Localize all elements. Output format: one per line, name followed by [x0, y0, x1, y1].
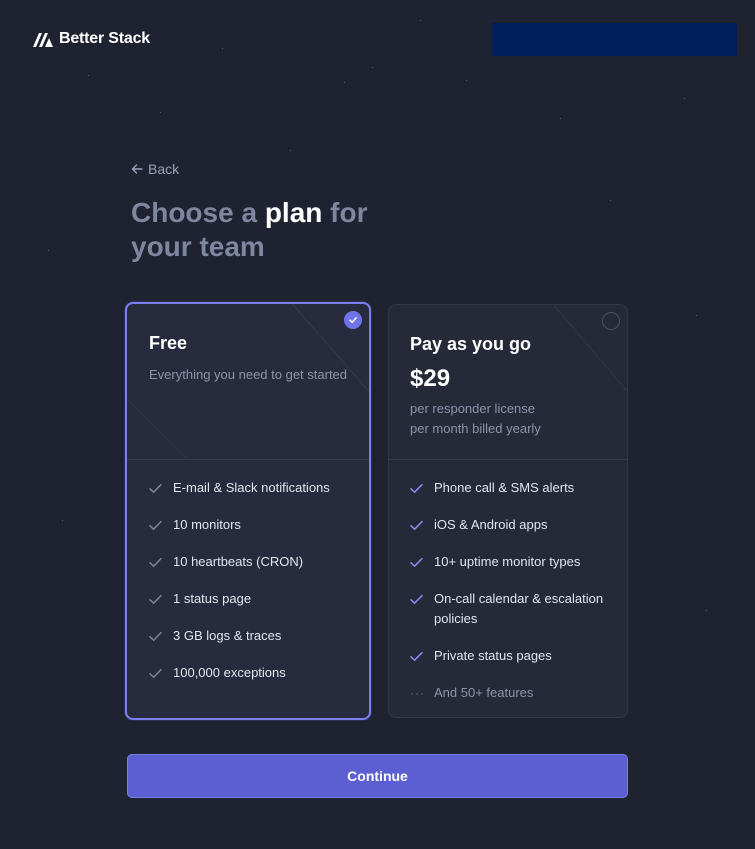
feature-item: 1 status page	[149, 589, 349, 609]
feature-item: iOS & Android apps	[410, 515, 607, 535]
plan-name: Pay as you go	[410, 334, 532, 354]
feature-item: 10 heartbeats (CRON)	[149, 552, 349, 572]
starfield-background	[0, 0, 755, 849]
back-link[interactable]: Back	[131, 161, 179, 177]
feature-item: 3 GB logs & traces	[149, 626, 349, 646]
brand-name: Better Stack	[59, 30, 150, 47]
check-icon	[149, 557, 162, 567]
checkmark-icon	[349, 317, 357, 324]
feature-label: 100,000 exceptions	[173, 665, 286, 680]
brand-logo[interactable]: Better Stack	[33, 30, 150, 48]
feature-label: 3 GB logs & traces	[173, 628, 282, 643]
check-icon	[149, 594, 162, 604]
plan-card-free[interactable]: Free Everything you need to get started …	[125, 302, 371, 720]
plan-card-header: Free Everything you need to get started	[127, 304, 369, 460]
plan-name: Free	[149, 333, 188, 353]
feature-item: 100,000 exceptions	[149, 663, 349, 683]
plan-radio-unselected[interactable]	[602, 312, 620, 330]
check-icon	[410, 557, 423, 567]
check-icon	[149, 631, 162, 641]
check-icon	[410, 520, 423, 530]
feature-item: On-call calendar & escalation policies	[410, 589, 607, 629]
plan-card-header: Pay as you go $29 per responder license …	[389, 305, 627, 460]
ellipsis-icon: ···	[410, 686, 425, 700]
price-note-license: per responder license	[410, 401, 536, 416]
feature-label: On-call calendar & escalation policies	[434, 591, 604, 626]
feature-label: Phone call & SMS alerts	[434, 480, 575, 495]
more-features-item: ··· And 50+ features	[410, 683, 607, 703]
better-stack-logo-icon	[33, 33, 53, 47]
top-banner	[492, 23, 737, 56]
continue-button[interactable]: Continue	[127, 754, 628, 798]
feature-list: Phone call & SMS alerts iOS & Android ap…	[389, 460, 627, 703]
more-features-label: And 50+ features	[434, 685, 534, 700]
feature-item: Phone call & SMS alerts	[410, 478, 607, 498]
check-icon	[410, 483, 423, 493]
plan-card-pay-as-you-go[interactable]: Pay as you go $29 per responder license …	[388, 304, 628, 718]
plan-description: Everything you need to get started	[149, 367, 348, 382]
feature-item: E-mail & Slack notifications	[149, 478, 349, 498]
check-icon	[149, 483, 162, 493]
feature-label: 10 heartbeats (CRON)	[173, 554, 304, 569]
arrow-left-icon	[131, 164, 143, 174]
check-icon	[410, 594, 423, 604]
page-title: Choose a plan for your team	[131, 196, 421, 264]
feature-label: 10 monitors	[173, 517, 241, 532]
plan-radio-selected[interactable]	[344, 311, 362, 329]
feature-item: Private status pages	[410, 646, 607, 666]
check-icon	[410, 651, 423, 661]
feature-label: E-mail & Slack notifications	[173, 480, 330, 495]
check-icon	[149, 520, 162, 530]
feature-label: 1 status page	[173, 591, 252, 606]
feature-label: 10+ uptime monitor types	[434, 554, 581, 569]
feature-label: Private status pages	[434, 648, 552, 663]
plan-price-note: per responder license per month billed y…	[410, 399, 607, 439]
title-emphasis: plan	[264, 197, 323, 228]
feature-label: iOS & Android apps	[434, 517, 548, 532]
title-part-1: Choose a	[131, 197, 265, 228]
back-label: Back	[148, 161, 180, 177]
check-icon	[149, 668, 162, 678]
plan-price: $29	[410, 365, 451, 392]
feature-item: 10 monitors	[149, 515, 349, 535]
feature-list: E-mail & Slack notifications 10 monitors…	[127, 460, 369, 683]
price-note-billing: per month billed yearly	[410, 421, 541, 436]
feature-item: 10+ uptime monitor types	[410, 552, 607, 572]
